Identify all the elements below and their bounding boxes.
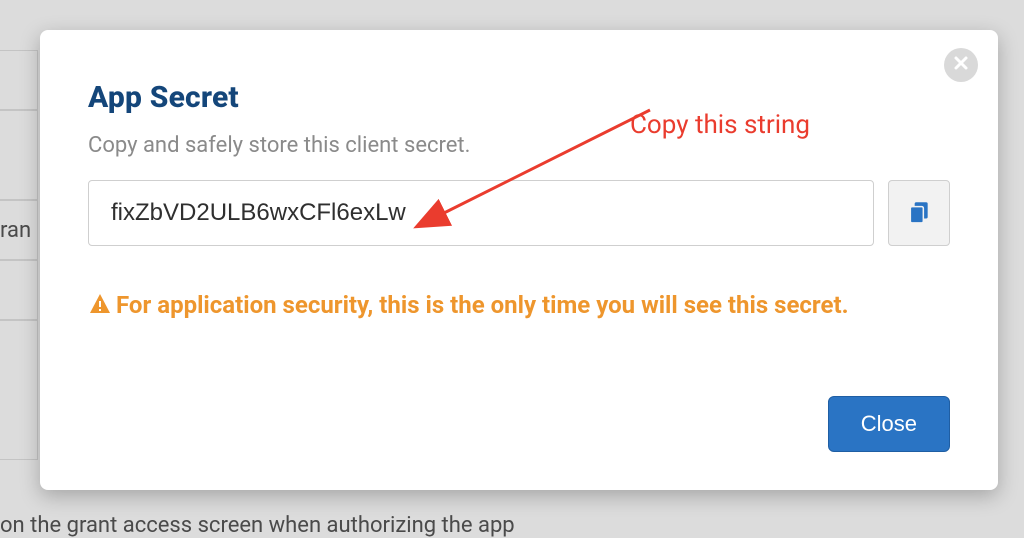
close-icon-button[interactable] bbox=[944, 48, 978, 82]
app-secret-modal: App Secret Copy and safely store this cl… bbox=[40, 30, 998, 490]
annotation-label: Copy this string bbox=[630, 110, 810, 140]
modal-footer: Close bbox=[828, 396, 950, 452]
copy-button[interactable] bbox=[888, 180, 950, 246]
bg-text-fragment: on the grant access screen when authoriz… bbox=[0, 513, 515, 538]
secret-field-row bbox=[88, 180, 950, 246]
copy-icon bbox=[906, 199, 932, 228]
warning-icon bbox=[88, 292, 112, 316]
modal-subtitle: Copy and safely store this client secret… bbox=[88, 133, 950, 158]
close-icon bbox=[953, 55, 969, 75]
modal-title: App Secret bbox=[88, 80, 950, 115]
bg-text-fragment: ran bbox=[0, 218, 31, 243]
warning-text: For application security, this is the on… bbox=[116, 290, 849, 321]
warning-message: For application security, this is the on… bbox=[88, 290, 950, 321]
close-button[interactable]: Close bbox=[828, 396, 950, 452]
client-secret-input[interactable] bbox=[88, 180, 874, 246]
